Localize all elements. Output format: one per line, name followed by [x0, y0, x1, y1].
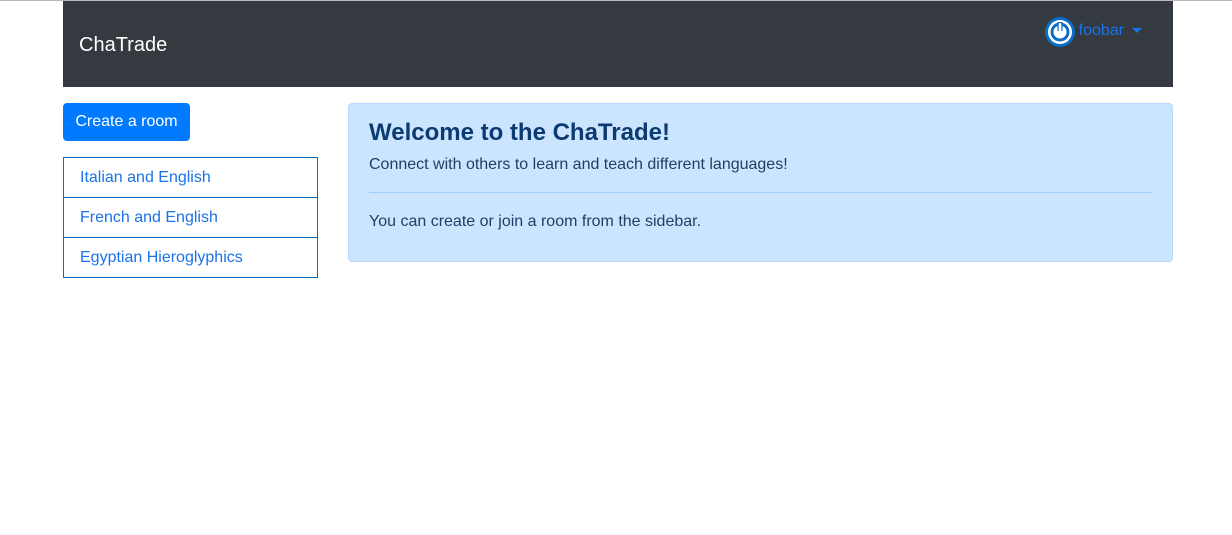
power-icon: [1044, 17, 1075, 47]
welcome-note: You can create or join a room from the s…: [369, 213, 702, 230]
room-item-italian-english[interactable]: Italian and English: [63, 157, 318, 198]
create-room-button[interactable]: Create a room: [63, 103, 190, 141]
user-name: foobar: [1078, 21, 1124, 39]
alert-divider: [369, 192, 1152, 193]
chevron-down-icon: [1132, 28, 1142, 33]
room-item-egyptian-hieroglyphics[interactable]: Egyptian Hieroglyphics: [63, 237, 318, 278]
user-menu-dropdown[interactable]: foobar: [1044, 17, 1142, 47]
welcome-title: Welcome to the ChaTrade!: [369, 119, 670, 146]
welcome-subtitle: Connect with others to learn and teach d…: [369, 156, 788, 173]
brand-logo[interactable]: ChaTrade: [79, 33, 167, 57]
room-list: Italian and English French and English E…: [63, 157, 318, 278]
welcome-alert: Welcome to the ChaTrade! Connect with ot…: [348, 103, 1173, 262]
navbar: ChaTrade foobar: [63, 1, 1173, 87]
room-item-french-english[interactable]: French and English: [63, 197, 318, 238]
